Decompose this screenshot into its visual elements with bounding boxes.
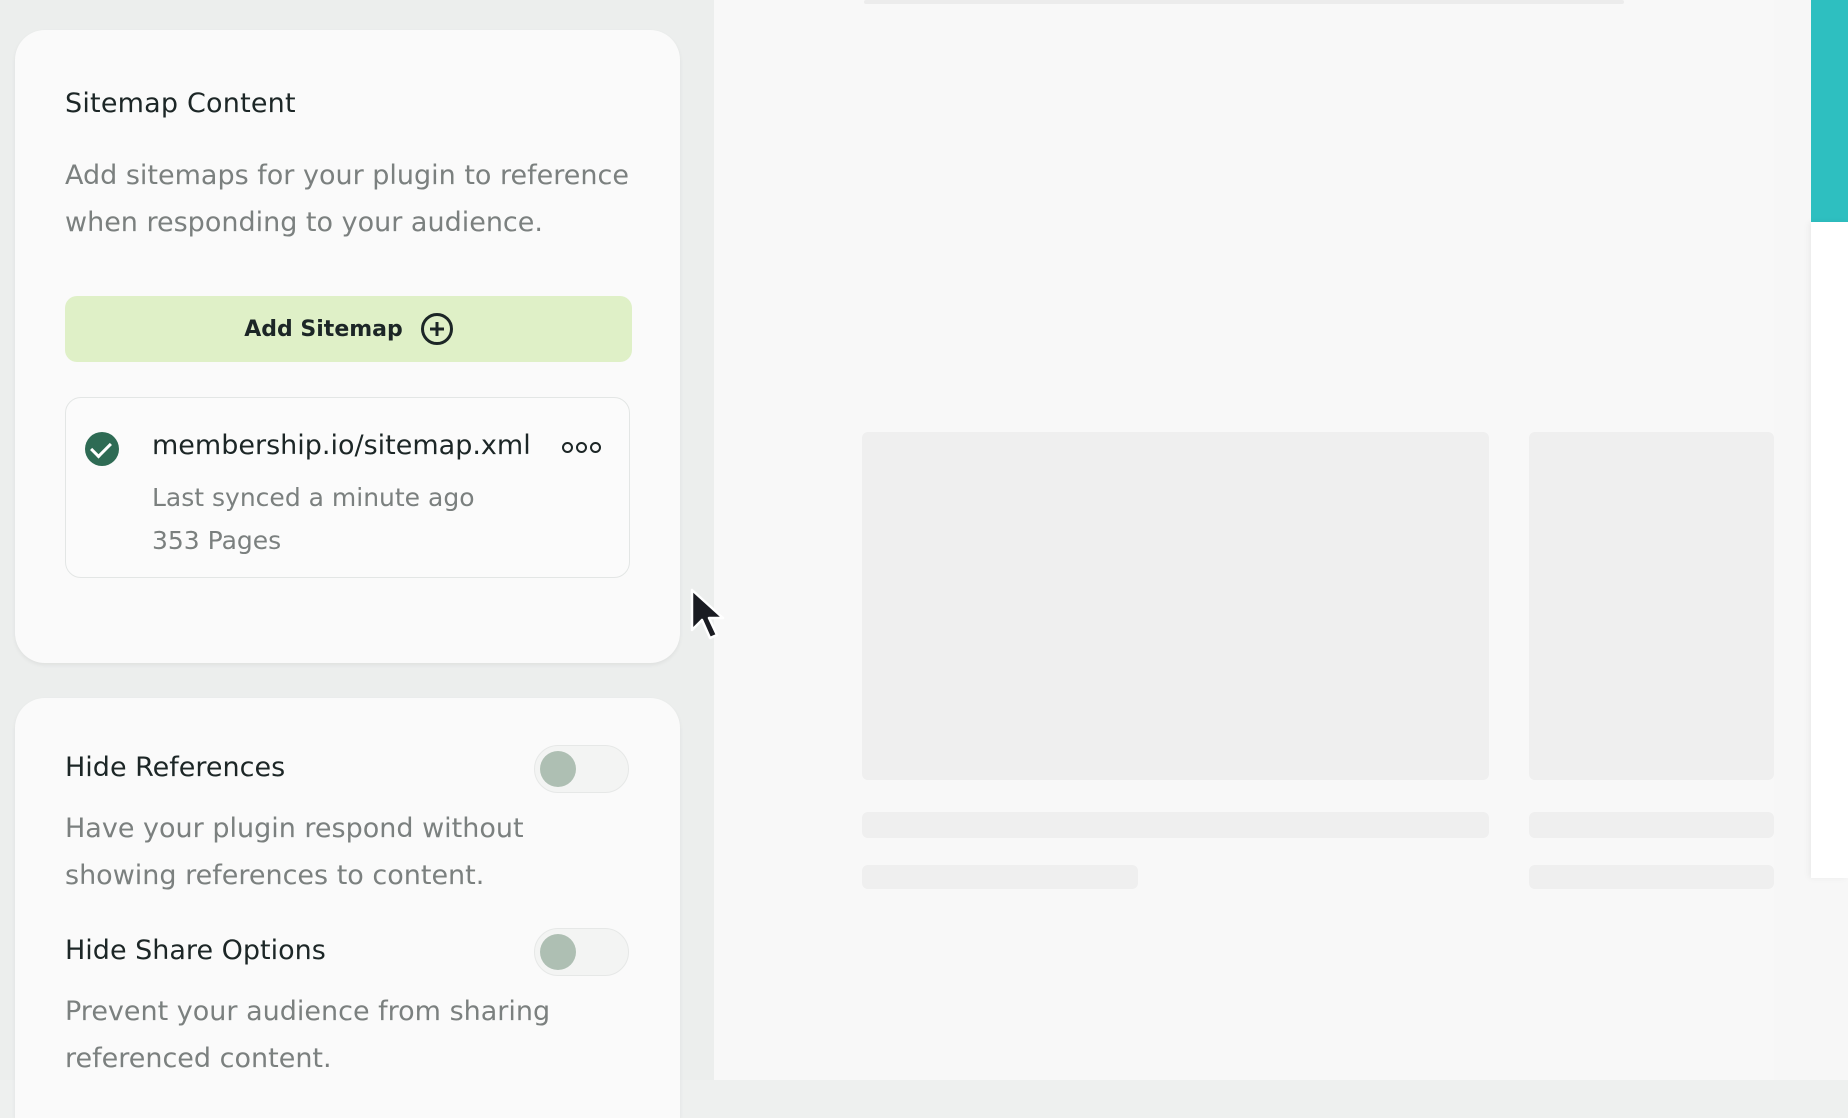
sitemap-card-description: Add sitemaps for your plugin to referenc… <box>65 160 629 238</box>
hide-references-title: Hide References <box>65 752 286 783</box>
skeleton-text-line <box>862 812 1489 838</box>
preview-area <box>714 0 1848 1080</box>
plus-circle-icon <box>420 313 453 345</box>
side-panel-edge <box>1811 222 1848 878</box>
sitemap-card-title: Sitemap Content <box>65 88 296 119</box>
sitemap-list-item[interactable]: membership.io/sitemap.xml Last synced a … <box>65 397 630 578</box>
skeleton-text-line <box>862 865 1138 889</box>
settings-column: Sitemap Content Add sitemaps for your pl… <box>0 0 714 1118</box>
toggle-knob <box>540 751 576 787</box>
mouse-pointer-icon <box>690 588 725 640</box>
skeleton-card-image <box>1529 432 1774 780</box>
more-options-icon[interactable] <box>562 442 601 453</box>
display-settings-card: Hide References Have your plugin respond… <box>15 698 680 1118</box>
sitemap-content-card: Sitemap Content Add sitemaps for your pl… <box>15 30 680 663</box>
skeleton-card-image <box>862 432 1489 780</box>
toggle-knob <box>540 934 576 970</box>
hide-references-toggle[interactable] <box>534 745 629 793</box>
add-sitemap-label: Add Sitemap <box>244 316 403 342</box>
skeleton-text-line <box>1529 865 1774 889</box>
sitemap-last-synced: Last synced a minute ago <box>152 483 475 512</box>
preview-top-divider <box>864 0 1624 4</box>
check-circle-icon <box>85 432 119 466</box>
sitemap-page-count: 353 Pages <box>152 526 282 555</box>
hide-share-options-description: Prevent your audience from sharing refer… <box>65 996 551 1074</box>
hide-references-description: Have your plugin respond without showing… <box>65 813 524 891</box>
add-sitemap-button[interactable]: Add Sitemap <box>65 296 632 362</box>
preview-canvas <box>714 0 1774 1080</box>
hide-share-options-toggle[interactable] <box>534 928 629 976</box>
skeleton-text-line <box>1529 812 1774 838</box>
hide-share-options-title: Hide Share Options <box>65 935 326 966</box>
sitemap-url: membership.io/sitemap.xml <box>152 430 531 461</box>
accent-strip <box>1811 0 1848 222</box>
